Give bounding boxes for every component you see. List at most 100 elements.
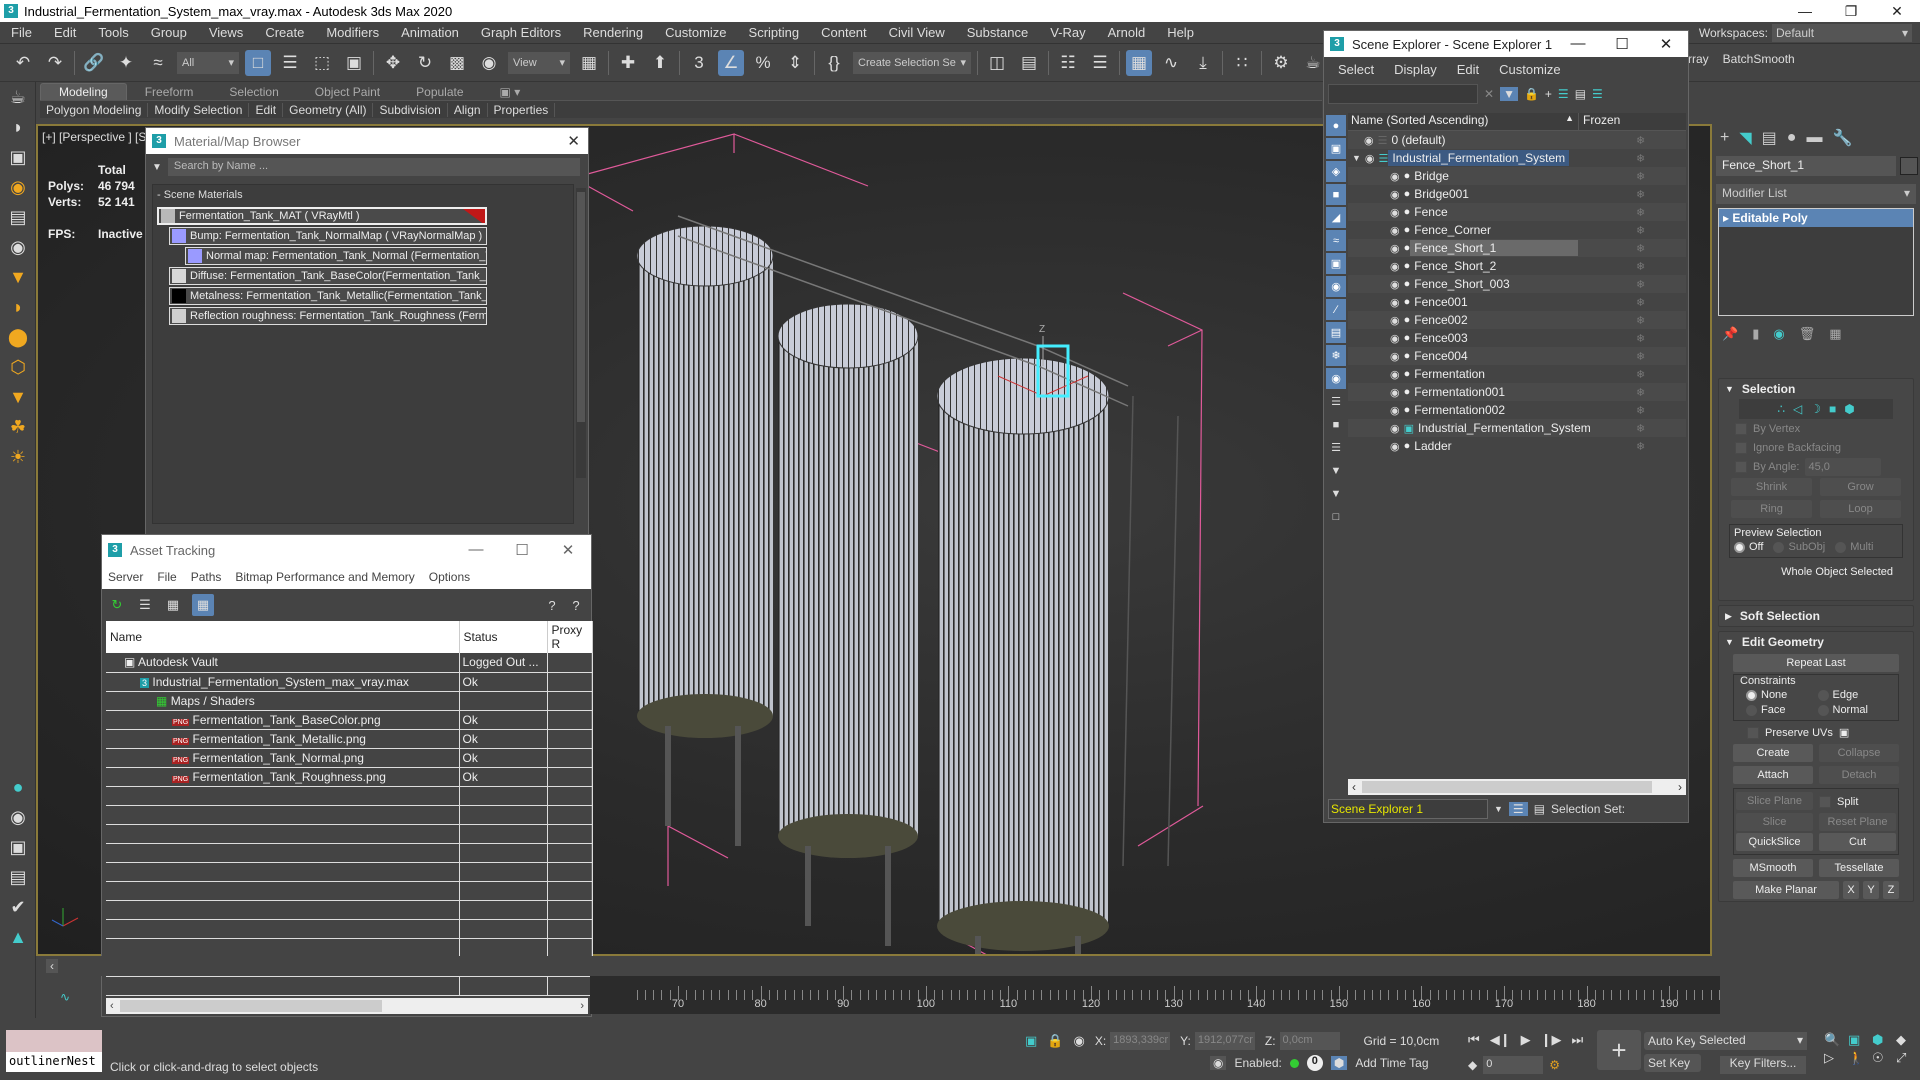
table-view-icon[interactable]: ▦ <box>192 594 214 616</box>
ribbon-tab-object-paint[interactable]: Object Paint <box>297 84 398 100</box>
maximize-icon[interactable]: ☐ <box>1600 35 1644 53</box>
menu-customize[interactable]: Customize <box>654 25 737 40</box>
zoom-extents-icon[interactable]: ⬢ <box>1872 1032 1894 1048</box>
filter-bones-icon[interactable]: ∕ <box>1326 299 1346 320</box>
percent-snap-icon[interactable]: % <box>750 50 776 76</box>
maxscript-listener-output[interactable] <box>6 1030 102 1052</box>
frozen-toggle-icon[interactable]: ❄ <box>1636 206 1645 219</box>
move-icon[interactable]: ✥ <box>380 50 406 76</box>
scene-item[interactable]: ◉ ● Bridge001 ❄ <box>1348 185 1686 203</box>
absolute-mode-icon[interactable]: ◉ <box>1073 1033 1084 1049</box>
configure-sets-icon[interactable]: ▦ <box>1829 326 1841 342</box>
frozen-toggle-icon[interactable]: ❄ <box>1636 188 1645 201</box>
frozen-toggle-icon[interactable]: ❄ <box>1636 152 1645 165</box>
named-selection-dropdown[interactable]: Create Selection Se ▾ <box>853 51 971 74</box>
visibility-eye-icon[interactable]: ◉ <box>1390 278 1400 291</box>
asset-tracking-titlebar[interactable]: 3 Asset Tracking — ☐ ✕ <box>102 535 591 565</box>
asset-row[interactable]: ▣ Autodesk Vault Logged Out ... <box>106 653 593 673</box>
viewport-layout-icon[interactable]: ▣ <box>0 142 36 172</box>
menu-rendering[interactable]: Rendering <box>572 25 654 40</box>
pin-stack-icon[interactable]: 📌 <box>1722 326 1738 342</box>
filter-lights-icon[interactable]: ◈ <box>1326 161 1346 182</box>
frozen-toggle-icon[interactable]: ❄ <box>1636 242 1645 255</box>
visibility-eye-icon[interactable]: ◉ <box>1390 386 1400 399</box>
shrink-button[interactable]: Shrink <box>1731 478 1812 496</box>
auto-key-button[interactable]: Auto Key <box>1644 1032 1701 1050</box>
close-icon[interactable]: ✕ <box>1644 35 1688 53</box>
unlink-icon[interactable]: ✦ <box>113 50 139 76</box>
edit-named-selection-icon[interactable]: {} <box>821 50 847 76</box>
filter-geometry-icon[interactable]: ● <box>1326 115 1346 136</box>
angle-snap-icon[interactable]: ∠ <box>718 49 744 76</box>
material-search-input[interactable]: Search by Name ... <box>167 158 580 176</box>
frozen-toggle-icon[interactable]: ❄ <box>1636 314 1645 327</box>
visibility-eye-icon[interactable]: ◉ <box>1364 134 1374 147</box>
material-item[interactable]: Fermentation_Tank_MAT ( VRayMtl ) <box>157 207 487 225</box>
sort-by-hierarchy-icon[interactable]: ▤ <box>1534 802 1545 816</box>
scene-item[interactable]: ▼ ◉ ☰ Industrial_Fermentation_System ❄ <box>1348 149 1686 167</box>
preview-multi-radio[interactable]: Multi <box>1835 541 1873 553</box>
rotate-icon[interactable]: ↻ <box>412 50 438 76</box>
sort-by-layer-icon[interactable]: ☰ <box>1508 802 1528 816</box>
scene-item[interactable]: ◉ ● Fermentation001 ❄ <box>1348 383 1686 401</box>
frozen-toggle-icon[interactable]: ❄ <box>1636 386 1645 399</box>
preview-subobj-radio[interactable]: SubObj <box>1773 541 1825 553</box>
go-to-start-icon[interactable]: ⏮ <box>1468 1032 1480 1048</box>
grow-button[interactable]: Grow <box>1820 478 1901 496</box>
x-coord-field[interactable]: 1893,339cr <box>1110 1032 1171 1050</box>
explorer-selector-dropdown[interactable]: Scene Explorer 1 <box>1328 799 1488 819</box>
menu-v-ray[interactable]: V-Ray <box>1039 25 1096 40</box>
asset-row[interactable]: ▦ Maps / Shaders <box>106 691 593 711</box>
tessellate-button[interactable]: Tessellate <box>1819 859 1899 877</box>
border-mode-icon[interactable]: ☽ <box>1810 402 1821 416</box>
refresh-icon[interactable]: ↻ <box>108 596 126 614</box>
minimize-icon[interactable]: — <box>453 541 499 559</box>
layer-stack-icon[interactable]: ☰ <box>1592 87 1603 101</box>
ribbon-tab-selection[interactable]: Selection <box>211 84 296 100</box>
scene-item[interactable]: ◉ ● Fermentation002 ❄ <box>1348 401 1686 419</box>
curve-editor-icon[interactable]: ∿ <box>1158 50 1184 76</box>
frozen-toggle-icon[interactable]: ❄ <box>1636 260 1645 273</box>
planar-x-button[interactable]: X <box>1843 881 1859 899</box>
zoom-all-icon[interactable]: ▣ <box>1848 1032 1870 1048</box>
batchsmooth-button[interactable]: BatchSmooth <box>1723 52 1795 66</box>
vray-sun-icon[interactable]: ☀ <box>0 442 36 472</box>
placement-icon[interactable]: ◉ <box>476 50 502 76</box>
z-coord-field[interactable]: 0,0cm <box>1279 1032 1340 1050</box>
frozen-toggle-icon[interactable]: ❄ <box>1636 296 1645 309</box>
menu-create[interactable]: Create <box>254 25 315 40</box>
palette-icon[interactable]: ◉ <box>0 802 36 832</box>
scene-item[interactable]: ◉ ● Fermentation ❄ <box>1348 365 1686 383</box>
bind-space-warp-icon[interactable]: ≈ <box>145 50 171 76</box>
list-view-icon[interactable]: ☰ <box>136 596 154 614</box>
column-name[interactable]: Name <box>106 621 460 653</box>
vray-fur-icon[interactable]: ☘ <box>0 412 36 442</box>
repeat-last-button[interactable]: Repeat Last <box>1733 654 1899 672</box>
trees-icon[interactable]: ▲ <box>0 922 36 952</box>
make-unique-icon[interactable]: ◉ <box>1773 326 1784 342</box>
scene-menu-display[interactable]: Display <box>1394 62 1437 77</box>
visibility-eye-icon[interactable]: ◉ <box>1390 404 1400 417</box>
frozen-toggle-icon[interactable]: ❄ <box>1636 134 1645 147</box>
material-item[interactable]: Reflection roughness: Fermentation_Tank_… <box>169 307 487 325</box>
asset-menu-options[interactable]: Options <box>429 570 470 584</box>
asset-menu-file[interactable]: File <box>157 570 176 584</box>
workspaces-dropdown[interactable]: Default ▾ <box>1772 24 1912 42</box>
by-vertex-checkbox[interactable]: By Vertex <box>1719 419 1913 438</box>
close-icon[interactable]: ✕ <box>545 541 591 559</box>
frozen-toggle-icon[interactable]: ❄ <box>1636 278 1645 291</box>
visibility-eye-icon[interactable]: ◉ <box>1390 368 1400 381</box>
layers-icon[interactable]: ☰ <box>1558 87 1569 101</box>
element-mode-icon[interactable]: ⬢ <box>1844 402 1854 416</box>
frame-buffer-icon[interactable]: ▤ <box>0 862 36 892</box>
mirror-icon[interactable]: ◫ <box>984 50 1010 76</box>
asset-row[interactable]: 3 Industrial_Fermentation_System_max_vra… <box>106 672 593 692</box>
time-tag-icon[interactable]: ⬢ <box>1330 1056 1348 1070</box>
object-name-field[interactable]: Fence_Short_1 <box>1716 156 1896 176</box>
ring-button[interactable]: Ring <box>1731 500 1812 518</box>
layer-explorer-icon[interactable]: ☰ <box>1087 50 1113 76</box>
frozen-toggle-icon[interactable]: ❄ <box>1636 404 1645 417</box>
play-icon[interactable]: ▶ <box>1521 1032 1531 1048</box>
slice-button[interactable]: Slice <box>1736 813 1813 831</box>
zoom-icon[interactable]: 🔍 <box>1824 1032 1846 1048</box>
